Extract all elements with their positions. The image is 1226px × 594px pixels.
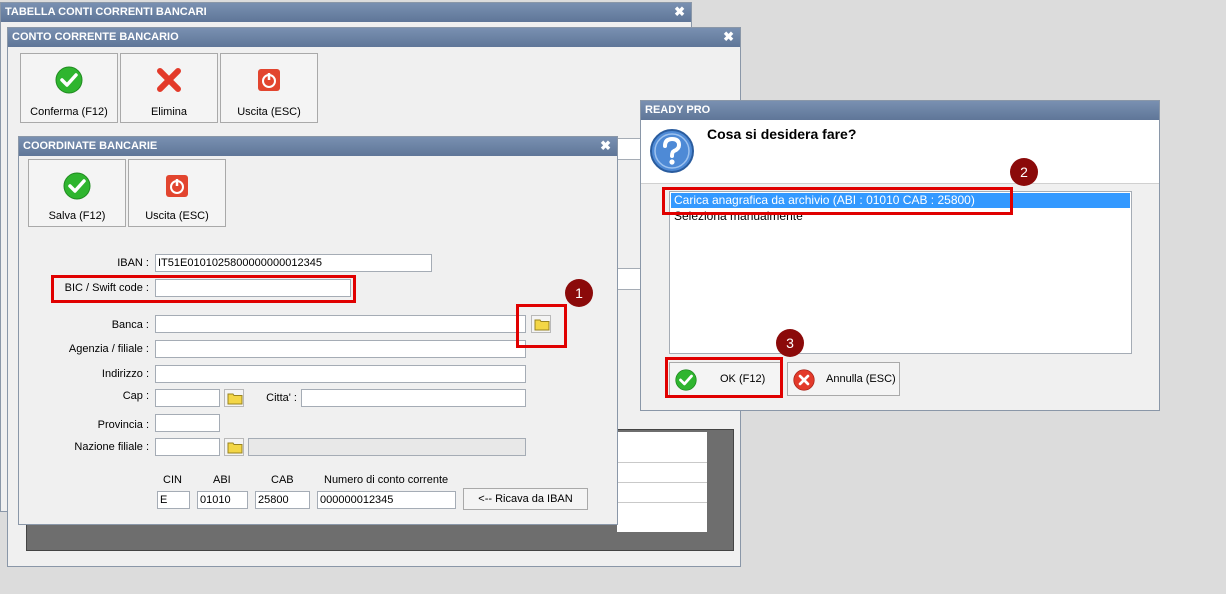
cin-input[interactable]: E xyxy=(157,491,190,509)
citta-label: Citta' : xyxy=(266,392,297,404)
dialog-title: READY PRO xyxy=(645,104,711,116)
options-list[interactable]: Carica anagrafica da archivio (ABI : 010… xyxy=(669,191,1132,354)
annotation-badge-2: 2 xyxy=(1010,158,1038,186)
highlight-bic-field xyxy=(51,275,356,303)
folder-icon xyxy=(227,393,243,405)
dialog-title-bar[interactable]: READY PRO xyxy=(641,101,1159,120)
agenzia-label: Agenzia / filiale : xyxy=(68,343,149,355)
cap-label: Cap : xyxy=(122,390,149,402)
grid-row-line xyxy=(617,482,707,483)
cin-header: CIN xyxy=(163,474,182,486)
annotation-badge-3: 3 xyxy=(776,329,804,357)
folder-icon xyxy=(227,442,243,454)
dialog-question: Cosa si desidera fare? xyxy=(707,126,857,142)
close-icon[interactable]: ✖ xyxy=(674,3,685,21)
nazione-label: Nazione filiale : xyxy=(74,441,149,453)
exit-label: Uscita (ESC) xyxy=(237,106,301,118)
cab-header: CAB xyxy=(271,474,294,486)
close-icon[interactable]: ✖ xyxy=(723,28,734,46)
window-title-bar[interactable]: TABELLA CONTI CORRENTI BANCARI ✖ xyxy=(1,3,691,22)
abi-input[interactable]: 01010 xyxy=(197,491,248,509)
grid-row-line xyxy=(617,462,707,463)
exit-label: Uscita (ESC) xyxy=(145,210,209,222)
nazione-input[interactable] xyxy=(155,438,220,456)
provincia-input[interactable] xyxy=(155,414,220,432)
iban-label: IBAN : xyxy=(117,257,149,269)
highlight-banca-folder xyxy=(516,304,567,348)
nazione-lookup-button[interactable] xyxy=(224,438,244,456)
window-title-bar[interactable]: CONTO CORRENTE BANCARIO ✖ xyxy=(8,28,740,47)
agenzia-input[interactable] xyxy=(155,340,526,358)
banca-input[interactable] xyxy=(155,315,526,333)
banca-label: Banca : xyxy=(111,319,149,331)
iban-input[interactable]: IT51E0101025800000000012345 xyxy=(155,254,432,272)
highlight-archive-option xyxy=(662,187,1013,215)
confirm-label: Conferma (F12) xyxy=(30,106,108,118)
cancel-icon xyxy=(793,369,815,391)
cap-lookup-button[interactable] xyxy=(224,389,244,407)
confirm-button[interactable]: Conferma (F12) xyxy=(20,53,118,123)
window-title-bar[interactable]: COORDINATE BANCARIE ✖ xyxy=(19,137,617,156)
window-title: COORDINATE BANCARIE xyxy=(23,140,158,152)
cab-input[interactable]: 25800 xyxy=(255,491,310,509)
window-title: CONTO CORRENTE BANCARIO xyxy=(12,31,179,43)
cap-input[interactable] xyxy=(155,389,220,407)
cancel-label: Annulla (ESC) xyxy=(826,373,896,385)
save-label: Salva (F12) xyxy=(48,210,106,222)
grid-row-line xyxy=(617,502,707,503)
exit-button[interactable]: Uscita (ESC) xyxy=(128,159,226,227)
checkmark-icon xyxy=(63,172,91,200)
power-icon xyxy=(258,69,280,91)
annotation-badge-1: 1 xyxy=(565,279,593,307)
delete-label: Elimina xyxy=(150,106,188,118)
dialog-header: Cosa si desidera fare? xyxy=(641,120,1159,184)
conto-header: Numero di conto corrente xyxy=(324,474,449,486)
window-title: TABELLA CONTI CORRENTI BANCARI xyxy=(5,6,207,18)
save-button[interactable]: Salva (F12) xyxy=(28,159,126,227)
abi-header: ABI xyxy=(213,474,231,486)
red-x-icon xyxy=(157,68,181,92)
cancel-button[interactable]: Annulla (ESC) xyxy=(787,362,900,396)
indirizzo-input[interactable] xyxy=(155,365,526,383)
conto-input[interactable]: 000000012345 xyxy=(317,491,456,509)
exit-button[interactable]: Uscita (ESC) xyxy=(220,53,318,123)
delete-button[interactable]: Elimina xyxy=(120,53,218,123)
indirizzo-label: Indirizzo : xyxy=(101,368,149,380)
ricava-da-iban-button[interactable]: <-- Ricava da IBAN xyxy=(463,488,588,510)
nazione-description xyxy=(248,438,526,456)
checkmark-icon xyxy=(55,66,83,94)
close-icon[interactable]: ✖ xyxy=(600,137,611,155)
citta-input[interactable] xyxy=(301,389,526,407)
provincia-label: Provincia : xyxy=(97,419,149,431)
highlight-ok-button xyxy=(665,357,783,398)
question-icon xyxy=(650,129,694,173)
power-icon xyxy=(166,175,188,197)
